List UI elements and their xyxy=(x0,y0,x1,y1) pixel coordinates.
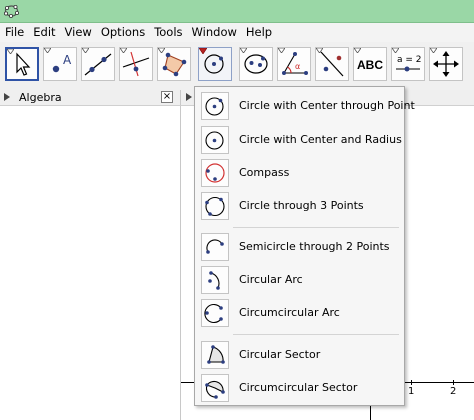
tool-circle-center-point[interactable] xyxy=(198,47,232,81)
x-tick xyxy=(453,380,454,385)
menu-bar: File Edit View Options Tools Window Help xyxy=(0,23,474,42)
menu-item-circular-sector[interactable]: Circular Sector xyxy=(195,339,404,371)
menu-view[interactable]: View xyxy=(61,23,96,42)
submenu-triangle-open-icon xyxy=(199,48,207,54)
tool-perpendicular[interactable] xyxy=(119,47,153,81)
algebra-view[interactable] xyxy=(0,106,181,420)
tool-move[interactable] xyxy=(5,47,39,81)
submenu-triangle-icon xyxy=(316,48,323,53)
submenu-triangle-icon xyxy=(158,48,165,53)
semicircle-icon xyxy=(201,233,229,261)
menu-item-label: Semicircle through 2 Points xyxy=(239,240,390,253)
svg-text:ABC: ABC xyxy=(357,58,383,72)
submenu-triangle-icon xyxy=(354,48,361,53)
tool-polygon[interactable] xyxy=(157,47,191,81)
x-tick-label: 1 xyxy=(408,386,415,397)
menu-item-label: Circle through 3 Points xyxy=(239,199,364,212)
tool-ellipse[interactable] xyxy=(239,47,273,81)
menu-item-label: Circular Sector xyxy=(239,348,321,361)
submenu-triangle-icon xyxy=(430,48,437,53)
submenu-triangle-icon xyxy=(7,49,14,54)
menu-item-label: Circle with Center through Point xyxy=(239,99,415,112)
submenu-triangle-icon xyxy=(120,48,127,53)
submenu-triangle-icon xyxy=(82,48,89,53)
circumcircular-arc-icon xyxy=(201,299,229,327)
menu-item-compass[interactable]: Compass xyxy=(195,157,404,189)
tool-new-point[interactable]: A xyxy=(43,47,77,81)
submenu-triangle-icon xyxy=(44,48,51,53)
menu-item-semicircle[interactable]: Semicircle through 2 Points xyxy=(195,231,404,263)
collapse-arrow-icon[interactable] xyxy=(186,93,192,101)
menu-item-circle-center-radius[interactable]: Circle with Center and Radius xyxy=(195,124,404,156)
menu-item-label: Circular Arc xyxy=(239,273,303,286)
window-titlebar xyxy=(0,0,474,23)
collapse-arrow-icon[interactable] xyxy=(4,93,10,101)
menu-item-label: Circumcircular Sector xyxy=(239,381,358,394)
tool-move-view[interactable] xyxy=(429,47,463,81)
close-algebra-button[interactable]: × xyxy=(161,91,173,103)
menu-options[interactable]: Options xyxy=(97,23,149,42)
circle-center-point-icon xyxy=(201,92,229,120)
x-tick-label: 2 xyxy=(450,386,457,397)
menu-tools[interactable]: Tools xyxy=(150,23,186,42)
menu-separator xyxy=(233,227,399,228)
tool-reflect[interactable] xyxy=(315,47,349,81)
submenu-triangle-icon xyxy=(278,48,285,53)
svg-text:a = 2: a = 2 xyxy=(397,55,422,65)
menu-window[interactable]: Window xyxy=(188,23,241,42)
toolbar: A α ABC a = 2 xyxy=(0,42,474,91)
submenu-triangle-icon xyxy=(240,48,247,53)
svg-text:α: α xyxy=(295,62,300,71)
submenu-triangle-icon xyxy=(392,48,399,53)
compass-icon xyxy=(201,159,229,187)
x-tick xyxy=(411,380,412,385)
menu-item-circular-arc[interactable]: Circular Arc xyxy=(195,264,404,296)
menu-item-label: Circumcircular Arc xyxy=(239,306,340,319)
algebra-panel-header: Algebra × xyxy=(0,90,181,106)
tool-line[interactable] xyxy=(81,47,115,81)
tool-text[interactable]: ABC xyxy=(353,47,387,81)
tool-angle[interactable]: α xyxy=(277,47,311,81)
menu-item-label: Circle with Center and Radius xyxy=(239,133,402,146)
tool-slider[interactable]: a = 2 xyxy=(391,47,425,81)
menu-file[interactable]: File xyxy=(1,23,28,42)
circle-three-points-icon xyxy=(201,192,229,220)
circumcircular-sector-icon xyxy=(201,374,229,402)
menu-item-circle-three-points[interactable]: Circle through 3 Points xyxy=(195,190,404,222)
circular-sector-icon xyxy=(201,341,229,369)
menu-separator xyxy=(233,334,399,335)
circular-arc-icon xyxy=(201,266,229,294)
menu-item-label: Compass xyxy=(239,166,290,179)
menu-item-circle-center-point[interactable]: Circle with Center through Point xyxy=(195,90,415,122)
circle-center-radius-icon xyxy=(201,126,229,154)
geogebra-logo-icon xyxy=(3,5,19,18)
algebra-panel-title: Algebra xyxy=(19,91,62,104)
menu-help[interactable]: Help xyxy=(242,23,276,42)
svg-text:A: A xyxy=(63,53,72,67)
menu-item-circumcircular-arc[interactable]: Circumcircular Arc xyxy=(195,297,404,329)
menu-edit[interactable]: Edit xyxy=(29,23,59,42)
menu-item-circumcircular-sector[interactable]: Circumcircular Sector xyxy=(195,372,404,404)
circle-tools-dropdown: Circle with Center through Point Circle … xyxy=(194,86,415,406)
